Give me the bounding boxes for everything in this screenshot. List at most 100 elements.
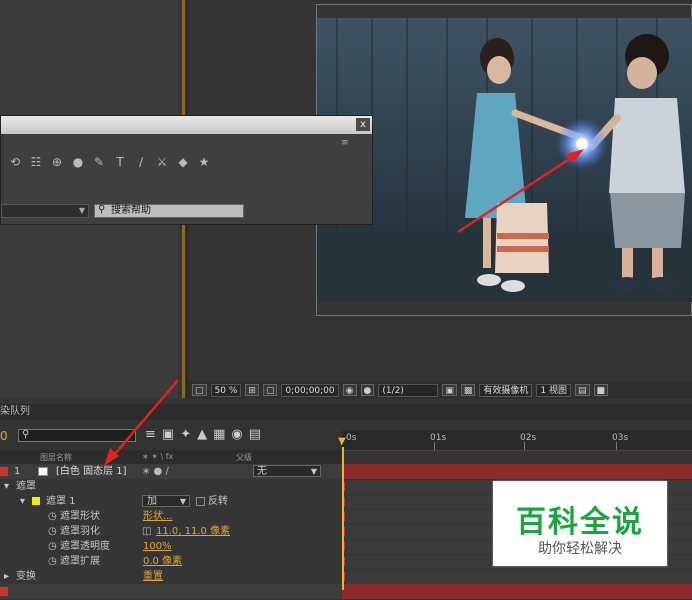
watermark-title: 百科全说	[516, 505, 644, 540]
watermark-subtitle: 助你轻松解决	[538, 541, 622, 557]
puppet-pin-tool-icon[interactable]: ★	[196, 154, 212, 170]
eraser-tool-icon[interactable]: ◆	[175, 154, 191, 170]
timeline-timecode[interactable]: 0	[0, 429, 8, 443]
layer-duration-bar[interactable]	[342, 464, 692, 480]
layer-name[interactable]: [白色 固态层 1]	[56, 464, 127, 479]
property-value[interactable]: 100%	[143, 539, 172, 554]
mask-mode-dropdown[interactable]: 加 ▼	[142, 495, 190, 507]
constrain-proportions-icon[interactable]: ◫	[142, 524, 151, 539]
composition-image[interactable]	[317, 18, 692, 302]
current-time-field[interactable]: 0;00;00;00	[281, 383, 339, 397]
timeline-tab-bar: 染队列	[0, 404, 692, 420]
channel-icon[interactable]: ●	[360, 384, 375, 396]
tools-window-titlebar[interactable]	[1, 116, 372, 134]
playhead-line[interactable]	[342, 447, 344, 590]
property-row[interactable]: ◷ 遮罩扩展 0.0 像素	[0, 554, 342, 569]
stopwatch-icon[interactable]: ◷	[48, 509, 57, 524]
property-value[interactable]: 11.0, 11.0 像素	[156, 524, 230, 539]
live-update-icon[interactable]: ▣	[162, 427, 174, 442]
region-of-interest-icon[interactable]: ▣	[442, 384, 457, 396]
search-icon: ⚲	[98, 204, 106, 215]
chevron-down-icon: ▼	[78, 206, 85, 215]
layer-row[interactable]: 1 [白色 固态层 1] ∗ ● ∕ 无 ▼	[0, 464, 342, 479]
transparency-grid-icon[interactable]: ▩	[460, 384, 476, 396]
close-icon[interactable]: x	[356, 118, 370, 131]
pen-tool-icon[interactable]: ✎	[91, 154, 107, 170]
collapse-triangle-icon[interactable]: ▾	[20, 494, 25, 509]
timeline-search-input[interactable]: ⚲	[18, 429, 136, 442]
pan-behind-tool-icon[interactable]: ⊕	[49, 154, 65, 170]
clone-stamp-tool-icon[interactable]: ⚔	[154, 154, 170, 170]
transform-reset-link[interactable]: 重置	[143, 569, 163, 584]
property-name: 遮罩扩展	[60, 556, 100, 567]
stopwatch-icon[interactable]: ◷	[48, 539, 57, 554]
ruler-tick	[524, 442, 525, 450]
search-icon: ⚲	[22, 429, 30, 440]
layer-row[interactable]	[0, 584, 342, 599]
motion-blur-icon[interactable]: ◉	[231, 427, 242, 442]
composition-mini-flowchart-icon[interactable]: ≡	[145, 427, 156, 442]
safe-zones-icon[interactable]: ▢	[262, 384, 278, 396]
property-name: 遮罩羽化	[60, 526, 100, 537]
layer-duration-bar[interactable]	[342, 584, 692, 600]
layer-label-color[interactable]	[0, 467, 8, 476]
ruler-label: 01s	[430, 433, 447, 443]
playhead-handle[interactable]: ▼	[338, 437, 348, 447]
view-layout-dropdown[interactable]: 1 视图	[536, 383, 571, 397]
camera-tool-icon[interactable]: ☷	[28, 154, 44, 170]
stopwatch-icon[interactable]: ◷	[48, 554, 57, 569]
type-tool-icon[interactable]: T	[112, 154, 128, 170]
property-row[interactable]: ◷ 遮罩羽化 ◫ 11.0, 11.0 像素	[0, 524, 342, 539]
reset-exposure-icon[interactable]: ■	[593, 384, 609, 396]
mask-name[interactable]: 遮罩 1	[46, 494, 76, 509]
viewer-control-bar: □ 50 % ⊞ ▢ 0;00;00;00 ◉ ● (1/2) ▣ ▩ 有效摄像…	[188, 381, 692, 399]
panel-menu-icon[interactable]: ≡	[341, 138, 349, 148]
active-camera-dropdown[interactable]: 有效摄像机	[479, 383, 533, 397]
rotate-tool-icon[interactable]: ⟲	[7, 154, 23, 170]
transform-label: 变换	[16, 571, 36, 582]
tool-row: ⟲ ☷ ⊕ ● ✎ T ∕ ⚔ ◆ ★	[7, 154, 212, 172]
collapse-triangle-icon[interactable]: ▾	[4, 479, 9, 494]
column-switches: ∗ ✶ \ fx	[142, 452, 174, 461]
property-row[interactable]: ◷ 遮罩形状 形状...	[0, 509, 342, 524]
mask-color-swatch[interactable]	[32, 497, 40, 505]
resolution-dropdown[interactable]: (1/2)	[378, 383, 439, 397]
snapshot-icon[interactable]: ◉	[342, 384, 357, 396]
tab-render-queue[interactable]: 染队列	[0, 404, 36, 420]
mask-row[interactable]: ▾ 遮罩 1 加 ▼ 反转	[0, 494, 342, 509]
column-parent[interactable]: 父级	[236, 452, 252, 463]
property-value[interactable]: 形状...	[143, 509, 173, 524]
ruler-label: 02s	[520, 433, 537, 443]
chevron-down-icon: ▼	[310, 467, 317, 476]
masks-group-row[interactable]: ▾ 遮罩	[0, 479, 342, 494]
stopwatch-icon[interactable]: ◷	[48, 524, 57, 539]
ruler-tick	[434, 442, 435, 450]
workspace-dropdown[interactable]: ▼	[1, 204, 89, 218]
property-row[interactable]: ◷ 遮罩透明度 100%	[0, 539, 342, 554]
toggle-pixel-icon[interactable]: ▤	[575, 384, 590, 396]
column-layer-name[interactable]: 图层名称	[40, 452, 72, 463]
photo-kids-scene	[317, 18, 692, 302]
property-value[interactable]: 0.0 像素	[143, 554, 182, 569]
help-search-input[interactable]: 搜索帮助	[94, 204, 244, 218]
transform-row[interactable]: ▸ 变换 重置	[0, 569, 342, 584]
brush-tool-icon[interactable]: ∕	[133, 154, 149, 170]
mask-shape-tool-icon[interactable]: ●	[70, 154, 86, 170]
fit-icon[interactable]: ⊞	[245, 384, 259, 396]
draft-3d-icon[interactable]: ✦	[180, 427, 191, 442]
graph-editor-icon[interactable]: ▤	[249, 427, 261, 442]
expand-triangle-icon[interactable]: ▸	[4, 569, 9, 584]
watermark-logo: 百科全说 助你轻松解决	[493, 481, 667, 566]
parent-dropdown[interactable]: 无 ▼	[253, 465, 321, 477]
invert-checkbox[interactable]	[196, 497, 205, 506]
zoom-dropdown[interactable]: 50 %	[210, 383, 242, 397]
layer-switches[interactable]: ∗ ● ∕	[142, 464, 169, 479]
time-ruler[interactable]: 0s 01s 02s 03s	[342, 430, 692, 451]
layer-label-color[interactable]	[0, 587, 8, 596]
shy-layers-icon[interactable]: ▲	[197, 427, 207, 442]
frame-blending-icon[interactable]: ▦	[213, 427, 225, 442]
mask-mode-value: 加	[147, 496, 157, 507]
parent-value: 无	[257, 466, 267, 477]
timeline-switches: ≡ ▣ ✦ ▲ ▦ ◉ ▤	[145, 427, 261, 442]
always-preview-icon[interactable]: □	[192, 384, 207, 396]
